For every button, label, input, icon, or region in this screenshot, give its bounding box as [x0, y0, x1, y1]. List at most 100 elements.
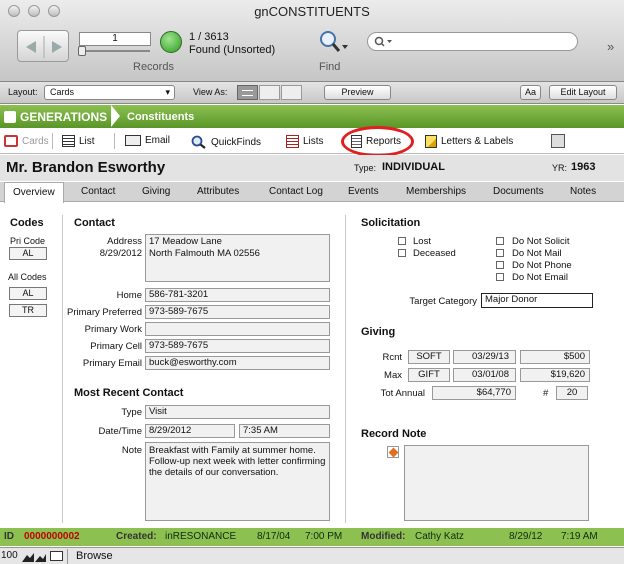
status-bar: 100 Browse	[0, 547, 624, 564]
id-label: ID	[4, 531, 14, 542]
nav-divider	[52, 133, 53, 149]
record-note-field[interactable]	[404, 445, 589, 521]
max-gift-date[interactable]: 03/01/08	[453, 368, 516, 382]
address-line2: North Falmouth MA 02556	[149, 248, 260, 259]
tab-attributes[interactable]: Attributes	[197, 186, 239, 197]
view-form-icon[interactable]	[237, 85, 258, 100]
constituent-name: Mr. Brandon Esworthy	[6, 159, 166, 176]
column-divider	[62, 215, 63, 523]
max-gift-amount[interactable]: $19,620	[520, 368, 590, 382]
recent-gift-amount[interactable]: $500	[520, 350, 590, 364]
zoom-controls-icon[interactable]	[22, 552, 48, 562]
tab-memberships[interactable]: Memberships	[406, 186, 466, 197]
recent-gift-type[interactable]: SOFT	[408, 350, 450, 364]
note-stamp-icon[interactable]	[387, 446, 399, 458]
primary-work-field[interactable]	[145, 322, 330, 336]
tab-giving[interactable]: Giving	[142, 186, 170, 197]
do-not-phone-checkbox[interactable]	[496, 261, 504, 269]
do-not-email-label: Do Not Email	[512, 272, 568, 283]
view-table-icon[interactable]	[281, 85, 302, 100]
section-name: Constituents	[127, 111, 195, 123]
record-count: 1 / 3613	[189, 31, 229, 43]
layout-select[interactable]: Cards ▾	[44, 85, 175, 100]
total-annual-label: Tot Annual	[380, 388, 425, 399]
generations-bar: GENERATIONS Constituents	[0, 105, 624, 128]
total-annual-field[interactable]: $64,770	[432, 386, 516, 400]
nav-letters-labels[interactable]: Letters & Labels	[425, 135, 513, 148]
nav-email[interactable]: Email	[125, 135, 170, 146]
tab-contact[interactable]: Contact	[81, 186, 115, 197]
toggle-toolbar-icon[interactable]	[50, 551, 63, 561]
do-not-solicit-checkbox[interactable]	[496, 237, 504, 245]
toolbar-overflow-icon[interactable]: »	[607, 39, 614, 54]
modified-date: 8/29/12	[509, 531, 543, 542]
search-input[interactable]	[367, 32, 578, 51]
nav-list[interactable]: List	[62, 135, 95, 147]
pri-code-field[interactable]: AL	[9, 247, 47, 260]
created-label: Created:	[116, 531, 157, 542]
nav-lists[interactable]: Lists	[286, 135, 324, 148]
record-slider-knob[interactable]	[78, 46, 86, 56]
view-list-icon[interactable]	[259, 85, 280, 100]
recent-gift-date[interactable]: 03/29/13	[453, 350, 516, 364]
deceased-label: Deceased	[413, 248, 456, 259]
generations-logo	[4, 111, 16, 123]
quickfinds-icon	[191, 135, 206, 149]
record-slider[interactable]	[80, 50, 150, 52]
lost-checkbox[interactable]	[398, 237, 406, 245]
solicitation-title: Solicitation	[361, 217, 421, 229]
constituent-header: Mr. Brandon Esworthy Type: INDIVIDUAL YR…	[0, 155, 624, 181]
do-not-email-checkbox[interactable]	[496, 273, 504, 281]
edit-layout-button[interactable]: Edit Layout	[549, 85, 617, 100]
code-field[interactable]: AL	[9, 287, 47, 300]
status-divider	[67, 549, 68, 564]
gift-icon[interactable]	[551, 134, 565, 148]
record-book-icon[interactable]	[17, 30, 69, 62]
primary-cell-field[interactable]: 973-589-7675	[145, 339, 330, 353]
address-field[interactable]: 17 Meadow Lane North Falmouth MA 02556	[145, 234, 330, 282]
find-magnifier-icon[interactable]	[318, 30, 348, 57]
do-not-solicit-label: Do Not Solicit	[512, 236, 570, 247]
recent-type-label: Type	[121, 407, 142, 418]
created-date: 8/17/04	[257, 531, 291, 542]
tab-events[interactable]: Events	[348, 186, 379, 197]
recent-type-field[interactable]: Visit	[145, 405, 330, 419]
recent-date-field[interactable]: 8/29/2012	[145, 424, 235, 438]
target-category-field[interactable]: Major Donor	[481, 293, 593, 308]
layout-bar: Layout: Cards ▾ View As: Preview Aa Edit …	[0, 82, 624, 104]
recent-gift-label: Rcnt	[382, 352, 402, 363]
note-label: Note	[121, 445, 142, 456]
preview-button[interactable]: Preview	[324, 85, 391, 100]
recent-note-field[interactable]: Breakfast with Family at summer home. Fo…	[145, 442, 330, 521]
type-value: INDIVIDUAL	[382, 161, 445, 173]
primary-preferred-field[interactable]: 973-589-7675	[145, 305, 330, 319]
letters-icon	[425, 135, 437, 148]
primary-email-field[interactable]: buck@esworthy.com	[145, 356, 330, 370]
max-gift-type[interactable]: GIFT	[408, 368, 450, 382]
home-phone-field[interactable]: 586-781-3201	[145, 288, 330, 302]
tab-notes[interactable]: Notes	[570, 186, 596, 197]
gift-count-field[interactable]: 20	[556, 386, 588, 400]
tab-overview[interactable]: Overview	[4, 182, 64, 203]
record-number-field[interactable]: 1	[79, 32, 151, 46]
lost-label: Lost	[413, 236, 431, 247]
view-as-label: View As:	[193, 87, 228, 97]
zoom-level[interactable]: 100	[1, 550, 18, 561]
tab-documents[interactable]: Documents	[493, 186, 544, 197]
home-label: Home	[116, 290, 142, 301]
recent-time-field[interactable]: 7:35 AM	[239, 424, 330, 438]
pri-code-label: Pri Code	[10, 236, 46, 246]
do-not-phone-label: Do Not Phone	[512, 260, 572, 271]
nav-quickfinds[interactable]: QuickFinds	[191, 135, 261, 149]
mode-label[interactable]: Browse	[76, 550, 113, 562]
font-button[interactable]: Aa	[520, 85, 541, 100]
do-not-mail-checkbox[interactable]	[496, 249, 504, 257]
nav-cards-label: Cards	[22, 135, 49, 147]
address-line1: 17 Meadow Lane	[149, 236, 222, 247]
tab-contact-log[interactable]: Contact Log	[269, 186, 323, 197]
lists-icon	[286, 135, 299, 148]
nav-cards[interactable]: Cards	[4, 135, 49, 147]
found-status: Found (Unsorted)	[189, 44, 276, 56]
deceased-checkbox[interactable]	[398, 249, 406, 257]
app-name: GENERATIONS	[20, 110, 108, 124]
